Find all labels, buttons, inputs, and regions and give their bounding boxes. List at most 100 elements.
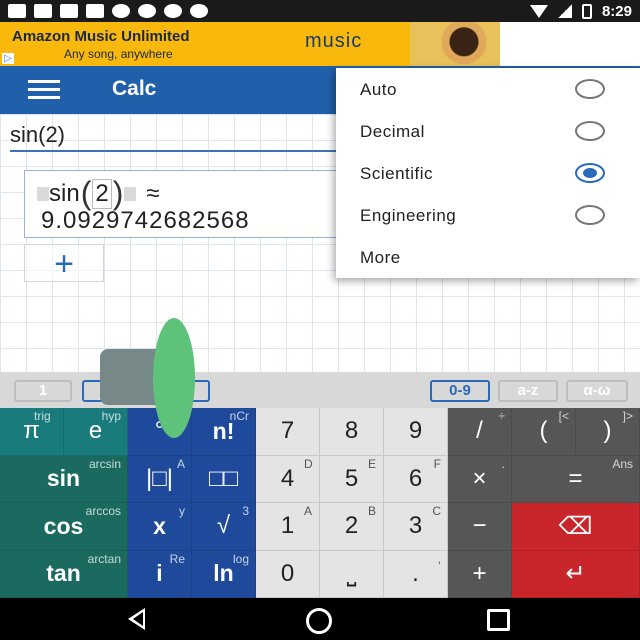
key-label: = bbox=[568, 464, 583, 492]
key-label: 4 bbox=[280, 464, 295, 492]
key-8[interactable]: 8 bbox=[320, 408, 384, 456]
key-label: + bbox=[472, 559, 487, 587]
key-space[interactable]: ⎵ bbox=[320, 550, 384, 598]
menu-item-decimal[interactable]: Decimal bbox=[336, 110, 640, 152]
key-equals[interactable]: Ans = bbox=[512, 455, 640, 503]
number-format-menu: Auto Decimal Scientific Engineering More bbox=[336, 68, 640, 278]
key-sup: arcsin bbox=[88, 456, 121, 471]
recent-apps-icon[interactable] bbox=[487, 609, 510, 631]
key-4[interactable]: D4 bbox=[256, 455, 320, 503]
key-label: / bbox=[476, 417, 483, 445]
key-label: 1 bbox=[280, 512, 295, 540]
drag-handle[interactable] bbox=[153, 318, 195, 438]
key-label: 8 bbox=[344, 417, 359, 445]
key-abs[interactable]: A |□| bbox=[128, 455, 192, 503]
key-2[interactable]: B2 bbox=[320, 503, 384, 551]
key-plus[interactable]: + bbox=[448, 550, 512, 598]
key-close-paren[interactable]: ]>) bbox=[576, 408, 640, 456]
key-open-paren[interactable]: [< ( bbox=[512, 408, 576, 456]
tab-letters[interactable]: a-z bbox=[498, 380, 558, 402]
menu-item-label: Auto bbox=[360, 80, 397, 99]
key-sup: arctan bbox=[87, 551, 121, 566]
key-cos[interactable]: arccos cos bbox=[0, 503, 128, 551]
key-sup: F bbox=[433, 456, 441, 471]
key-1[interactable]: A1 bbox=[256, 503, 320, 551]
key-tan[interactable]: arctan tan bbox=[0, 550, 128, 598]
key-label: |□| bbox=[146, 464, 173, 492]
key-decimal[interactable]: ,. bbox=[384, 550, 448, 598]
key-i[interactable]: Re i bbox=[128, 550, 192, 598]
facebook-icon bbox=[60, 4, 78, 18]
radio-decimal[interactable] bbox=[575, 121, 605, 141]
wifi-icon bbox=[529, 4, 548, 18]
keypad: trig π hyp e ° nCr n! 7 8 9 ÷ / [<( ]>) arcs… bbox=[0, 408, 640, 598]
key-sin[interactable]: arcsin sin bbox=[0, 455, 128, 503]
result-value: 9.0929742682568 bbox=[41, 207, 250, 234]
key-label: x bbox=[153, 512, 166, 539]
key-5[interactable]: E5 bbox=[320, 455, 384, 503]
space-icon: ⎵ bbox=[346, 559, 357, 587]
key-6[interactable]: F6 bbox=[384, 455, 448, 503]
key-label: 3 bbox=[408, 512, 423, 540]
key-sup: D bbox=[304, 456, 313, 471]
radio-scientific[interactable] bbox=[575, 163, 605, 183]
home-icon[interactable] bbox=[306, 608, 332, 634]
key-label: − bbox=[472, 512, 487, 540]
key-label: . bbox=[412, 559, 419, 587]
key-label: × bbox=[472, 464, 487, 492]
tab-functions[interactable]: 1 bbox=[14, 380, 72, 402]
key-divide[interactable]: ÷ / bbox=[448, 408, 512, 456]
notification-icon bbox=[112, 4, 130, 18]
key-sup: [< bbox=[558, 409, 569, 423]
key-label: e bbox=[88, 417, 103, 445]
menu-item-auto[interactable]: Auto bbox=[336, 68, 640, 110]
key-backspace[interactable]: ⌫ bbox=[512, 503, 640, 551]
menu-item-more[interactable]: More bbox=[336, 236, 640, 278]
key-sup: B bbox=[368, 504, 377, 518]
key-sup: . bbox=[501, 456, 505, 471]
ad-banner[interactable]: Amazon Music Unlimited Any song, anywher… bbox=[0, 22, 500, 66]
drag-handle-base[interactable] bbox=[100, 349, 158, 405]
key-sup: C bbox=[432, 504, 441, 518]
menu-item-scientific[interactable]: Scientific bbox=[336, 152, 640, 194]
radio-engineering[interactable] bbox=[575, 205, 605, 225]
key-minus[interactable]: − bbox=[448, 503, 512, 551]
menu-icon[interactable] bbox=[28, 80, 60, 100]
expression-input[interactable]: sin(2) bbox=[10, 120, 336, 152]
key-label: cos bbox=[43, 512, 84, 539]
key-label: ) bbox=[603, 417, 612, 445]
key-label: 2 bbox=[344, 512, 359, 540]
key-9[interactable]: 9 bbox=[384, 408, 448, 456]
signal-icon bbox=[557, 4, 572, 18]
key-multiply[interactable]: . × bbox=[448, 455, 512, 503]
key-x[interactable]: yx bbox=[128, 503, 192, 551]
key-power[interactable]: □□ bbox=[192, 455, 256, 503]
adchoices-icon[interactable]: ▷ bbox=[2, 53, 14, 64]
key-0[interactable]: 0 bbox=[256, 550, 320, 598]
key-pi[interactable]: trig π bbox=[0, 408, 64, 456]
key-enter[interactable]: ↵ bbox=[512, 550, 640, 598]
key-label: 7 bbox=[280, 417, 295, 445]
key-ln[interactable]: log ln bbox=[192, 550, 256, 598]
tab-numbers[interactable]: 0-9 bbox=[430, 380, 490, 402]
key-sup: y bbox=[179, 504, 185, 518]
radio-auto[interactable] bbox=[575, 79, 605, 99]
key-label: 9 bbox=[408, 417, 423, 445]
menu-item-label: Scientific bbox=[360, 164, 434, 183]
add-expression-button[interactable]: + bbox=[24, 244, 104, 283]
status-bar: 8:29 bbox=[0, 0, 640, 22]
key-label: □□ bbox=[209, 464, 238, 492]
menu-item-engineering[interactable]: Engineering bbox=[336, 194, 640, 236]
tab-greek[interactable]: α-ω bbox=[566, 380, 628, 402]
result-box[interactable]: sin ( 2 ) ≈ 9.0929742682568 bbox=[24, 170, 344, 238]
back-icon[interactable] bbox=[128, 608, 145, 630]
key-factorial[interactable]: nCr n! bbox=[192, 408, 256, 456]
key-label: ln bbox=[213, 560, 234, 587]
facebook-icon bbox=[86, 4, 104, 18]
key-sqrt[interactable]: 3 √ bbox=[192, 503, 256, 551]
key-sup: nCr bbox=[229, 409, 249, 423]
key-7[interactable]: 7 bbox=[256, 408, 320, 456]
key-3[interactable]: C3 bbox=[384, 503, 448, 551]
key-e[interactable]: hyp e bbox=[64, 408, 128, 456]
menu-item-label: More bbox=[360, 248, 401, 267]
